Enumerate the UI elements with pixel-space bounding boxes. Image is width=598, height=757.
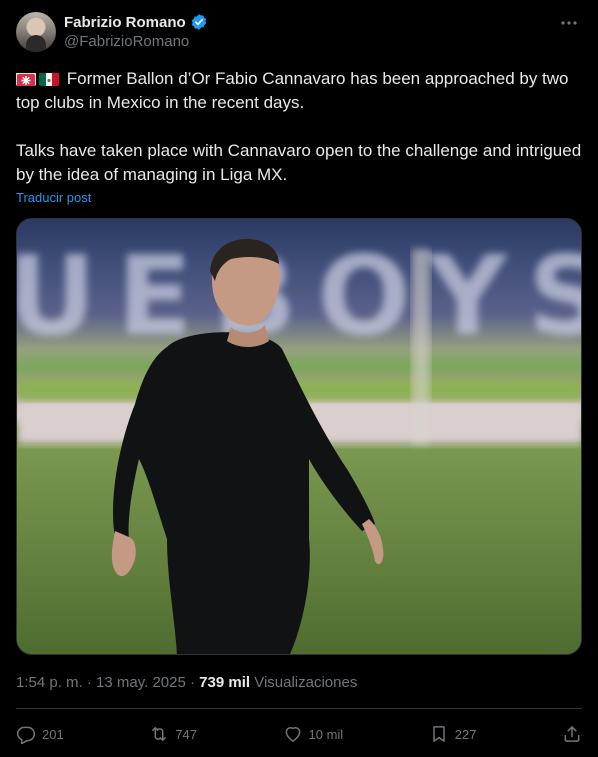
repost-button[interactable]: 747 — [149, 724, 197, 744]
author-name[interactable]: Fabrizio Romano — [64, 14, 186, 31]
divider — [16, 708, 582, 709]
meta-separator: · — [86, 674, 92, 691]
like-button[interactable]: 10 mil — [283, 724, 344, 744]
bookmark-count: 227 — [454, 726, 477, 742]
bookmark-button[interactable]: 227 — [429, 724, 477, 744]
avatar[interactable] — [16, 12, 56, 52]
post-paragraph-2: Talks have taken place with Cannavaro op… — [16, 141, 582, 184]
repost-icon — [152, 727, 167, 741]
post-paragraph-1: Former Ballon d’Or Fabio Cannavaro has b… — [16, 67, 582, 115]
translate-post-link[interactable]: Traducir post — [16, 190, 91, 205]
post-line-1: Former Ballon d’Or Fabio Cannavaro has b… — [16, 69, 569, 112]
heart-icon — [285, 726, 300, 742]
photo-illustration: UEBOYS — [17, 232, 582, 654]
author-name-row: Fabrizio Romano — [64, 12, 208, 32]
action-bar: 201 747 10 mil 227 — [16, 720, 582, 748]
post-date[interactable]: 13 may. 2025 — [96, 674, 186, 691]
views-label: Visualizaciones — [254, 674, 358, 691]
stadium-banner-text: UEBOYS — [17, 232, 582, 360]
views-count: 739 mil — [199, 674, 251, 691]
siren-icon — [16, 71, 36, 86]
mexico-flag-icon — [39, 71, 59, 86]
share-button[interactable] — [562, 724, 582, 744]
reply-count: 201 — [42, 726, 64, 742]
author-handle[interactable]: @FabrizioRomano — [64, 33, 208, 50]
post-image[interactable]: UEBOYS — [16, 218, 582, 655]
more-options-button[interactable] — [552, 12, 586, 34]
author-info: Fabrizio Romano @FabrizioRomano — [64, 12, 208, 50]
reply-icon — [16, 726, 36, 744]
meta-separator: · — [190, 674, 195, 691]
repost-count: 747 — [175, 726, 197, 742]
verified-badge-icon — [191, 14, 206, 30]
post-header: Fabrizio Romano @FabrizioRomano — [16, 12, 586, 54]
post-text: Former Ballon d’Or Fabio Cannavaro has b… — [16, 67, 582, 187]
share-icon — [564, 726, 580, 742]
more-dots-icon — [561, 21, 577, 25]
like-count: 10 mil — [308, 726, 344, 742]
post-time[interactable]: 1:54 p. m. — [16, 674, 83, 691]
reply-button[interactable]: 201 — [16, 724, 64, 744]
post-metadata: 1:54 p. m. · 13 may. 2025 · 739 mil Visu… — [16, 674, 357, 691]
bookmark-icon — [432, 726, 445, 742]
